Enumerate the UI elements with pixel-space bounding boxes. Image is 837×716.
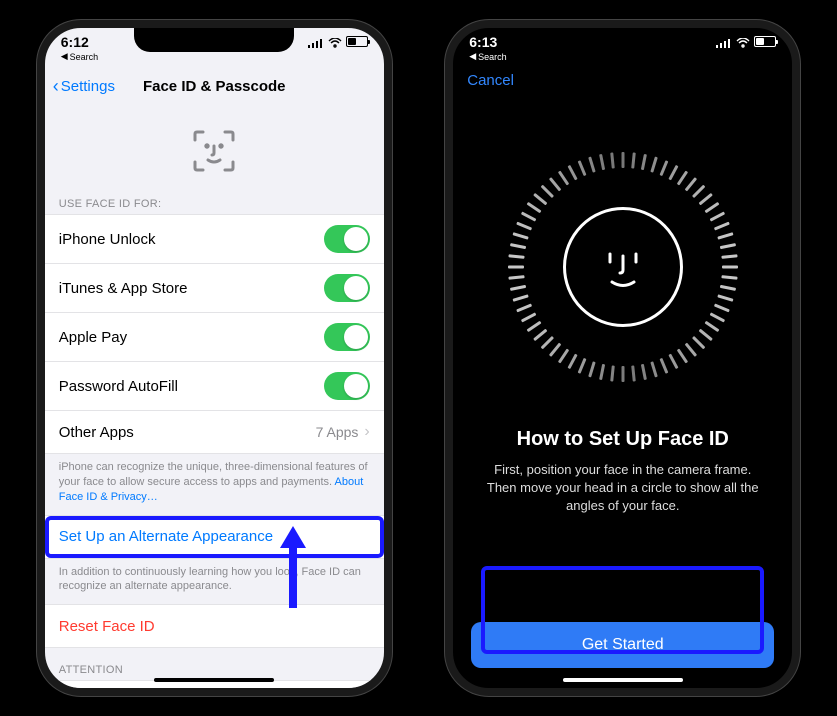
home-indicator[interactable] xyxy=(563,678,683,682)
signal-icon xyxy=(308,37,324,47)
footer-faceid-privacy: iPhone can recognize the unique, three-d… xyxy=(45,454,384,515)
status-nav-hint: ◀Search xyxy=(61,51,98,62)
cell-password-autofill[interactable]: Password AutoFill xyxy=(45,362,384,411)
cell-alternate-appearance[interactable]: Set Up an Alternate Appearance xyxy=(45,516,384,558)
cell-reset-faceid[interactable]: Reset Face ID xyxy=(45,605,384,647)
cell-label: Password AutoFill xyxy=(59,378,178,395)
section-header-use: USE FACE ID FOR: xyxy=(45,192,384,214)
cell-apple-pay[interactable]: Apple Pay xyxy=(45,313,384,362)
cell-require-attention[interactable]: Require Attention for Face ID xyxy=(45,681,384,688)
cell-label: iPhone Unlock xyxy=(59,231,156,248)
wifi-icon xyxy=(736,37,750,47)
toggle-switch[interactable] xyxy=(324,372,370,400)
toggle-switch[interactable] xyxy=(324,274,370,302)
setup-title: How to Set Up Face ID xyxy=(471,428,774,451)
settings-content[interactable]: USE FACE ID FOR: iPhone Unlock iTunes & … xyxy=(45,104,384,688)
nav-bar: ‹ Settings Face ID & Passcode xyxy=(45,68,384,104)
phone-faceid-setup-screen: 6:13 ◀Search Cancel xyxy=(445,20,800,696)
cancel-button[interactable]: Cancel xyxy=(467,72,514,89)
status-time: 6:13 xyxy=(469,34,506,50)
cell-label: Apple Pay xyxy=(59,329,127,346)
chevron-right-icon: › xyxy=(364,423,369,441)
wifi-icon xyxy=(328,37,342,47)
home-indicator[interactable] xyxy=(154,678,274,682)
cell-label: iTunes & App Store xyxy=(59,280,188,297)
status-nav-hint: ◀Search xyxy=(469,51,506,62)
cell-iphone-unlock[interactable]: iPhone Unlock xyxy=(45,215,384,264)
phone-settings-screen: 6:12 ◀Search ‹ Settings Face ID & Passco… xyxy=(37,20,392,696)
back-button[interactable]: ‹ Settings xyxy=(53,76,115,97)
battery-icon xyxy=(346,36,368,47)
status-time: 6:12 xyxy=(61,34,98,50)
toggle-switch[interactable] xyxy=(324,225,370,253)
annotation-highlight xyxy=(481,566,764,654)
cell-itunes[interactable]: iTunes & App Store xyxy=(45,264,384,313)
setup-description: First, position your face in the camera … xyxy=(471,461,774,516)
faceid-glyph-icon xyxy=(45,104,384,192)
cell-label: Set Up an Alternate Appearance xyxy=(59,528,273,545)
signal-icon xyxy=(716,37,732,47)
chevron-left-icon: ‹ xyxy=(53,76,59,97)
page-title: Face ID & Passcode xyxy=(143,78,286,95)
battery-icon xyxy=(754,36,776,47)
cell-other-apps[interactable]: Other Apps 7 Apps › xyxy=(45,411,384,453)
cell-label: Other Apps xyxy=(59,424,134,441)
toggle-switch[interactable] xyxy=(324,323,370,351)
notch xyxy=(134,26,294,52)
face-scan-ring xyxy=(508,152,738,382)
notch xyxy=(543,26,703,52)
cell-value: 7 Apps xyxy=(316,424,359,440)
back-label: Settings xyxy=(61,78,115,95)
footer-alternate: In addition to continuously learning how… xyxy=(45,559,384,605)
cell-label: Reset Face ID xyxy=(59,618,155,635)
section-header-attention: ATTENTION xyxy=(45,658,384,680)
